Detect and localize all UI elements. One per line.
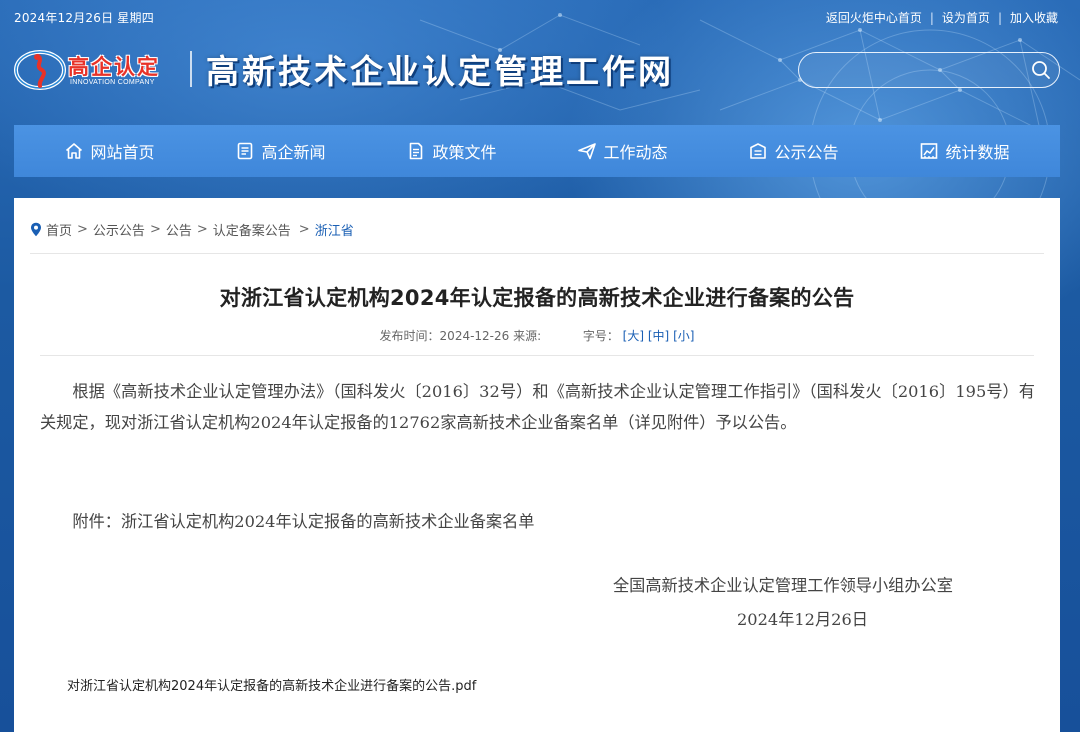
nav-item-news[interactable]: 高企新闻 [223,125,337,177]
nav-item-policy[interactable]: 政策文件 [394,125,508,177]
content-panel: 首页 > 公示公告 > 公告 > 认定备案公告 > 浙江省 对浙江省认定机构20… [14,198,1060,732]
logo-emblem-icon [14,50,66,90]
font-size-medium[interactable]: [中] [648,329,669,343]
breadcrumb-separator: > [77,222,88,237]
nav-label: 政策文件 [432,143,497,162]
nav-label: 网站首页 [90,143,155,162]
publish-info: 发布时间：2024-12-26 来源: [379,329,542,343]
font-size-label: 字号： [582,329,619,343]
divider [30,253,1044,254]
breadcrumb-zhejiang[interactable]: 浙江省 [315,220,354,239]
logo-cn-text: 高企认定 [68,54,160,79]
nav-item-work-news[interactable]: 工作动态 [565,125,679,177]
add-favorite-link[interactable]: 加入收藏 [1010,9,1058,26]
nav-label: 统计数据 [945,143,1010,162]
divider: | [997,10,1002,25]
search-box [798,52,1060,88]
breadcrumb-separator: > [149,222,161,237]
back-to-torch-home-link[interactable]: 返回火炬中心首页 [826,9,922,26]
breadcrumb: 首页 > 公示公告 > 公告 > 认定备案公告 > 浙江省 [30,220,354,239]
set-homepage-link[interactable]: 设为首页 [942,9,990,26]
article-paragraph: 根据《高新技术企业认定管理办法》（国科发火〔2016〕32号）和《高新技术企业认… [40,382,1035,432]
nav-item-home[interactable]: 网站首页 [52,125,166,177]
site-logo[interactable]: 高企认定 INNOVATION COMPANY 高新技术企业认定管理工作网 [14,42,714,96]
article-meta: 发布时间：2024-12-26 来源: 字号： [大] [中] [小] [14,327,1060,344]
site-title: 高新技术企业认定管理工作网 [206,52,674,91]
search-icon[interactable] [1031,60,1051,80]
breadcrumb-separator: > [196,222,208,237]
article-title: 对浙江省认定机构2024年认定报备的高新技术企业进行备案的公告 [219,286,855,310]
home-icon [66,143,83,159]
nav-item-statistics[interactable]: 统计数据 [907,125,1021,177]
font-size-large[interactable]: [大] [623,329,644,343]
nav-label: 工作动态 [603,143,668,162]
main-nav: 网站首页 高企新闻 政策文件 工作动态 公示公告 统计数据 [14,125,1060,177]
news-icon [238,142,253,160]
search-input[interactable] [813,59,1023,81]
top-links: 返回火炬中心首页 | 设为首页 | 加入收藏 [826,9,1058,26]
breadcrumb-notices[interactable]: 公示公告 [93,220,145,239]
document-icon [410,142,423,160]
attachment-pdf-link[interactable]: 对浙江省认定机构2024年认定报备的高新技术企业进行备案的公告.pdf [67,675,476,694]
breadcrumb-separator: > [298,222,310,237]
nav-label: 公示公告 [774,143,839,162]
breadcrumb-filing[interactable]: 认定备案公告 [213,220,291,239]
font-size-small[interactable]: [小] [673,329,694,343]
nav-label: 高企新闻 [261,143,326,162]
breadcrumb-announcement[interactable]: 公告 [166,220,192,239]
breadcrumb-home[interactable]: 首页 [46,220,72,239]
notice-icon [750,143,767,159]
location-pin-icon [31,222,41,237]
article-body: 根据《高新技术企业认定管理办法》（国科发火〔2016〕32号）和《高新技术企业认… [40,376,1035,438]
logo-divider [190,51,192,87]
attachment-note: 附件：浙江省认定机构2024年认定报备的高新技术企业备案名单 [72,512,535,531]
logo-mark: 高企认定 INNOVATION COMPANY [14,42,176,96]
divider: | [929,10,934,25]
signature-organization: 全国高新技术企业认定管理工作领导小组办公室 [613,576,953,595]
send-icon [578,143,597,160]
nav-item-notices[interactable]: 公示公告 [736,125,850,177]
logo-en-text: INNOVATION COMPANY [70,79,155,86]
divider [40,355,1034,356]
chart-icon [921,143,938,159]
current-date: 2024年12月26日 星期四 [14,11,154,25]
signature-date: 2024年12月26日 [737,610,868,629]
top-bar: 2024年12月26日 星期四 返回火炬中心首页 | 设为首页 | 加入收藏 [0,0,1080,32]
